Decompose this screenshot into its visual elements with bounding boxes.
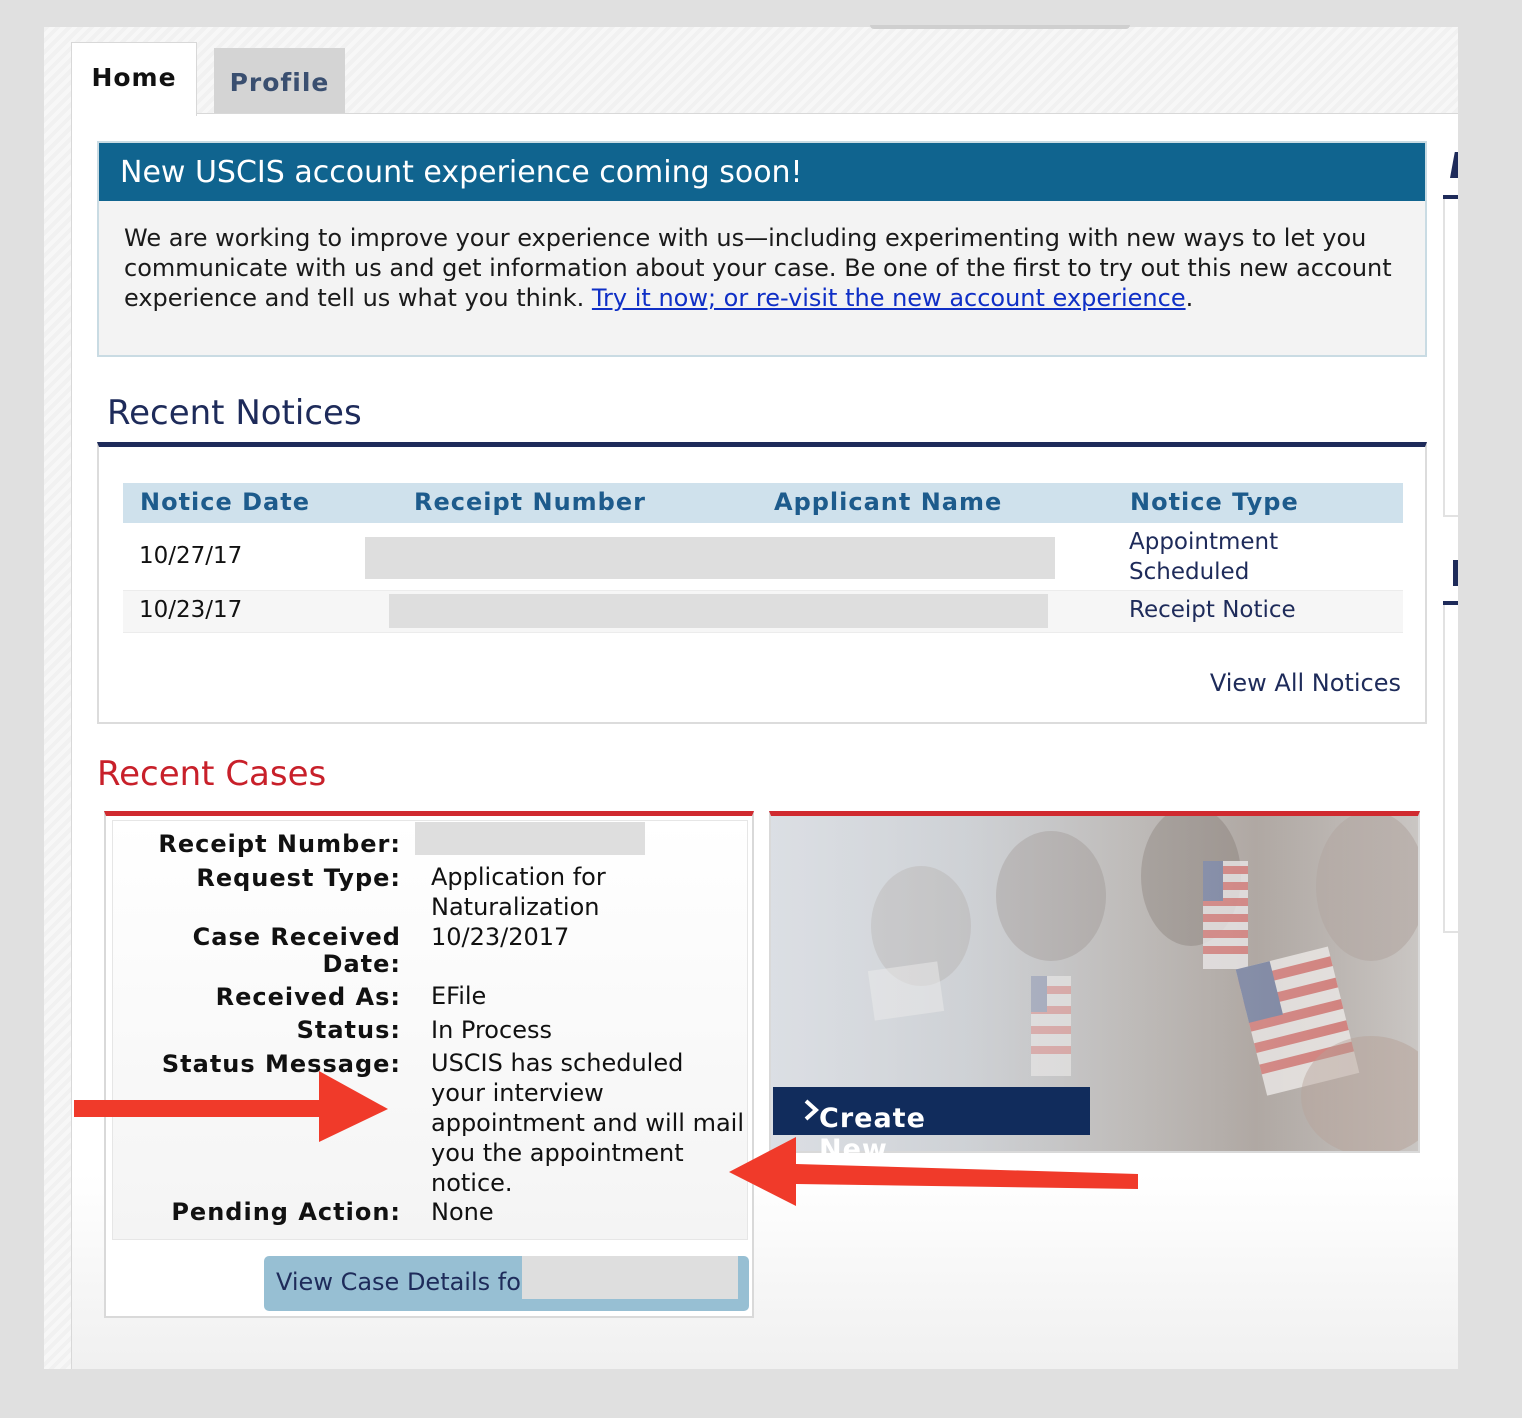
status-message-line: USCIS has scheduled (431, 1049, 684, 1077)
case-received-label-line: Case Received (192, 923, 401, 951)
annotation-arrow-right-icon (74, 1071, 388, 1142)
request-type-value: Application for Naturalization (431, 862, 606, 922)
notice-type: Receipt Notice (1129, 597, 1296, 623)
recent-cases-title: Recent Cases (97, 754, 327, 794)
side-panel-top (1443, 197, 1458, 517)
receipt-number-label: Receipt Number: (158, 830, 401, 858)
notice-date: 10/23/17 (139, 597, 243, 623)
case-details: Receipt Number: Request Type: Applicatio… (112, 820, 748, 1240)
banner-body: We are working to improve your experienc… (99, 201, 1425, 313)
account-experience-banner: New USCIS account experience coming soon… (97, 141, 1427, 357)
redacted-block (365, 537, 1055, 579)
request-type-label: Request Type: (196, 864, 401, 892)
banner-title: New USCIS account experience coming soon… (99, 143, 1425, 201)
pending-action-label: Pending Action: (171, 1198, 401, 1226)
try-new-experience-link[interactable]: Try it now; or re-visit the new account … (592, 284, 1186, 312)
status-message-line: your interview (431, 1079, 604, 1107)
table-row[interactable]: 10/23/17 Receipt Notice (123, 591, 1403, 633)
redacted-block (389, 594, 1048, 628)
case-received-value: 10/23/2017 (431, 923, 570, 951)
view-case-details-button[interactable]: View Case Details for (264, 1256, 749, 1311)
notice-type: Appointment Scheduled (1129, 527, 1278, 587)
view-all-notices-link[interactable]: View All Notices (1210, 669, 1401, 697)
notice-date: 10/27/17 (139, 543, 243, 569)
side-panel-bottom-rule (1443, 601, 1458, 605)
view-case-details-label: View Case Details for (276, 1268, 531, 1296)
col-notice-date: Notice Date (140, 488, 310, 516)
status-message-line: you the appointment (431, 1139, 684, 1167)
redacted-receipt-in-button (522, 1256, 738, 1299)
notice-type-line: Appointment (1129, 529, 1279, 555)
side-panel-bottom (1443, 605, 1458, 933)
top-cap-decoration (870, 25, 1130, 29)
received-as-value: EFile (431, 982, 487, 1010)
recent-notices-box: Notice Date Receipt Number Applicant Nam… (97, 442, 1427, 724)
status-label: Status: (296, 1016, 401, 1044)
request-type-line: Application for (431, 863, 606, 891)
case-received-label-line: Date: (322, 950, 401, 978)
received-as-label: Received As: (215, 983, 401, 1011)
annotation-arrow-left-icon (729, 1137, 1138, 1206)
status-message-line: appointment and will mail (431, 1109, 745, 1137)
col-receipt-number: Receipt Number (414, 488, 646, 516)
table-row[interactable]: 10/27/17 Appointment Scheduled (123, 523, 1403, 591)
notice-type-line: Scheduled (1129, 559, 1250, 585)
notices-table-header: Notice Date Receipt Number Applicant Nam… (123, 483, 1403, 523)
notices-table: Notice Date Receipt Number Applicant Nam… (123, 483, 1403, 633)
col-applicant-name: Applicant Name (774, 488, 1003, 516)
col-notice-type: Notice Type (1130, 488, 1299, 516)
banner-body-text: experience and tell us what you think. (124, 284, 585, 312)
create-new-case-label: Create New Case (796, 1095, 925, 1196)
tab-home[interactable]: Home (71, 42, 197, 116)
status-value: In Process (431, 1016, 552, 1044)
request-type-line: Naturalization (431, 893, 600, 921)
banner-body-line: communicate with us and get information … (124, 254, 1392, 282)
banner-period: . (1185, 284, 1194, 312)
create-new-case-button[interactable]: Create New Case (773, 1087, 1090, 1196)
tab-profile-label: Profile (229, 68, 330, 97)
tab-profile[interactable]: Profile (214, 48, 345, 114)
banner-body-line: We are working to improve your experienc… (124, 224, 1367, 252)
tab-home-label: Home (91, 63, 177, 92)
side-panel-top-heading (1450, 152, 1458, 178)
case-received-label: Case Received Date: (193, 924, 401, 978)
banner-body-line-3: experience and tell us what you think. T… (124, 283, 1401, 313)
chevron-right-icon (804, 1099, 819, 1121)
side-panel-top-rule (1443, 195, 1458, 199)
redacted-receipt-number (415, 822, 645, 855)
status-message-line: notice. (431, 1169, 513, 1197)
pending-action-value: None (431, 1198, 494, 1226)
recent-notices-title: Recent Notices (107, 393, 362, 433)
status-message-value: USCIS has scheduled your interview appoi… (431, 1048, 744, 1198)
side-panel-bottom-heading (1453, 560, 1458, 586)
